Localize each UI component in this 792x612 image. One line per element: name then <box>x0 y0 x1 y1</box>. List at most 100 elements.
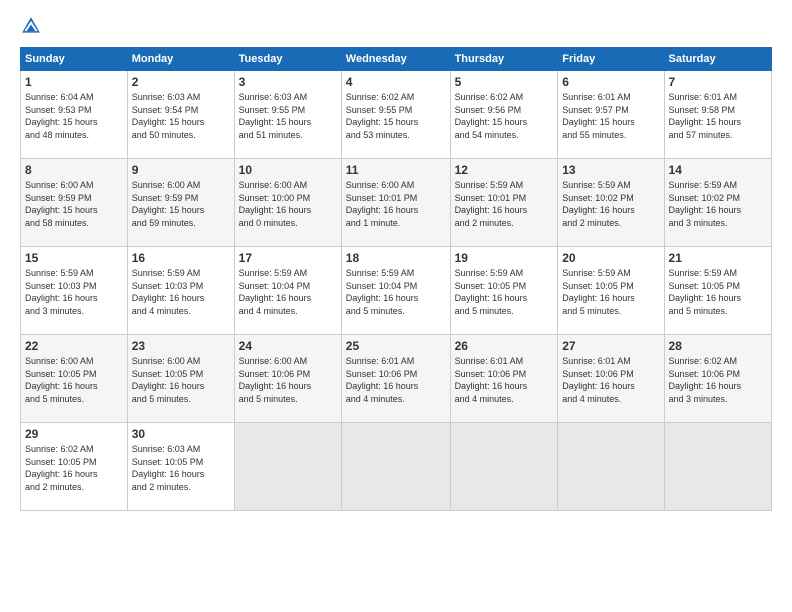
day-info: Sunrise: 6:00 AM Sunset: 10:00 PM Daylig… <box>239 179 337 229</box>
calendar-cell: 22 Sunrise: 6:00 AM Sunset: 10:05 PM Dayl… <box>21 335 128 423</box>
day-number: 23 <box>132 339 230 353</box>
calendar-cell: 15 Sunrise: 5:59 AM Sunset: 10:03 PM Dayl… <box>21 247 128 335</box>
day-info: Sunrise: 6:01 AM Sunset: 10:06 PM Daylig… <box>346 355 446 405</box>
day-number: 12 <box>455 163 554 177</box>
day-number: 4 <box>346 75 446 89</box>
day-info: Sunrise: 5:59 AM Sunset: 10:04 PM Daylig… <box>346 267 446 317</box>
calendar-cell: 9 Sunrise: 6:00 AM Sunset: 9:59 PM Daylig… <box>127 159 234 247</box>
calendar-cell: 30 Sunrise: 6:03 AM Sunset: 10:05 PM Dayl… <box>127 423 234 511</box>
calendar-cell: 1Sunrise: 6:04 AM Sunset: 9:53 PM Daylig… <box>21 71 128 159</box>
weekday-header: Friday <box>558 48 664 71</box>
calendar-cell: 4 Sunrise: 6:02 AM Sunset: 9:55 PM Daylig… <box>341 71 450 159</box>
weekday-header-row: SundayMondayTuesdayWednesdayThursdayFrid… <box>21 48 772 71</box>
calendar-cell: 8Sunrise: 6:00 AM Sunset: 9:59 PM Daylig… <box>21 159 128 247</box>
day-info: Sunrise: 5:59 AM Sunset: 10:02 PM Daylig… <box>669 179 767 229</box>
calendar-cell: 11 Sunrise: 6:00 AM Sunset: 10:01 PM Dayl… <box>341 159 450 247</box>
calendar-cell: 24 Sunrise: 6:00 AM Sunset: 10:06 PM Dayl… <box>234 335 341 423</box>
day-info: Sunrise: 5:59 AM Sunset: 10:03 PM Daylig… <box>25 267 123 317</box>
calendar-cell: 14 Sunrise: 5:59 AM Sunset: 10:02 PM Dayl… <box>664 159 771 247</box>
calendar-cell: 23 Sunrise: 6:00 AM Sunset: 10:05 PM Dayl… <box>127 335 234 423</box>
calendar-cell: 26 Sunrise: 6:01 AM Sunset: 10:06 PM Dayl… <box>450 335 558 423</box>
calendar-week-row: 15 Sunrise: 5:59 AM Sunset: 10:03 PM Dayl… <box>21 247 772 335</box>
day-info: Sunrise: 5:59 AM Sunset: 10:05 PM Daylig… <box>669 267 767 317</box>
day-info: Sunrise: 6:02 AM Sunset: 9:55 PM Dayligh… <box>346 91 446 141</box>
day-info: Sunrise: 6:01 AM Sunset: 9:58 PM Dayligh… <box>669 91 767 141</box>
logo-icon <box>20 15 42 37</box>
calendar-week-row: 29 Sunrise: 6:02 AM Sunset: 10:05 PM Dayl… <box>21 423 772 511</box>
calendar-cell: 19Sunrise: 5:59 AM Sunset: 10:05 PM Dayl… <box>450 247 558 335</box>
day-number: 13 <box>562 163 659 177</box>
day-number: 15 <box>25 251 123 265</box>
calendar-cell: 13 Sunrise: 5:59 AM Sunset: 10:02 PM Dayl… <box>558 159 664 247</box>
weekday-header: Saturday <box>664 48 771 71</box>
day-info: Sunrise: 6:00 AM Sunset: 10:01 PM Daylig… <box>346 179 446 229</box>
day-number: 20 <box>562 251 659 265</box>
calendar-cell: 28 Sunrise: 6:02 AM Sunset: 10:06 PM Dayl… <box>664 335 771 423</box>
day-number: 17 <box>239 251 337 265</box>
calendar-cell: 16Sunrise: 5:59 AM Sunset: 10:03 PM Dayl… <box>127 247 234 335</box>
day-info: Sunrise: 6:00 AM Sunset: 9:59 PM Dayligh… <box>132 179 230 229</box>
day-number: 25 <box>346 339 446 353</box>
day-number: 16 <box>132 251 230 265</box>
day-info: Sunrise: 5:59 AM Sunset: 10:04 PM Daylig… <box>239 267 337 317</box>
weekday-header: Monday <box>127 48 234 71</box>
day-number: 3 <box>239 75 337 89</box>
day-info: Sunrise: 5:59 AM Sunset: 10:05 PM Daylig… <box>562 267 659 317</box>
weekday-header: Sunday <box>21 48 128 71</box>
calendar-cell: 7 Sunrise: 6:01 AM Sunset: 9:58 PM Daylig… <box>664 71 771 159</box>
calendar-cell: 6Sunrise: 6:01 AM Sunset: 9:57 PM Daylig… <box>558 71 664 159</box>
calendar-week-row: 1Sunrise: 6:04 AM Sunset: 9:53 PM Daylig… <box>21 71 772 159</box>
calendar-cell: 20 Sunrise: 5:59 AM Sunset: 10:05 PM Dayl… <box>558 247 664 335</box>
day-number: 30 <box>132 427 230 441</box>
day-number: 8 <box>25 163 123 177</box>
day-info: Sunrise: 6:00 AM Sunset: 10:06 PM Daylig… <box>239 355 337 405</box>
calendar-week-row: 8 Sunrise: 6:00 AM Sunset: 9:59 PM Daylig… <box>21 159 772 247</box>
calendar-cell: 21 Sunrise: 5:59 AM Sunset: 10:05 PM Dayl… <box>664 247 771 335</box>
calendar-cell: 18 Sunrise: 5:59 AM Sunset: 10:04 PM Dayl… <box>341 247 450 335</box>
calendar: SundayMondayTuesdayWednesdayThursdayFrid… <box>20 47 772 511</box>
day-number: 7 <box>669 75 767 89</box>
day-info: Sunrise: 5:59 AM Sunset: 10:01 PM Daylig… <box>455 179 554 229</box>
day-info: Sunrise: 6:03 AM Sunset: 9:54 PM Dayligh… <box>132 91 230 141</box>
day-number: 10 <box>239 163 337 177</box>
day-number: 2 <box>132 75 230 89</box>
day-info: Sunrise: 6:00 AM Sunset: 10:05 PM Daylig… <box>132 355 230 405</box>
day-number: 9 <box>132 163 230 177</box>
logo <box>20 15 45 37</box>
day-number: 28 <box>669 339 767 353</box>
calendar-cell: 17 Sunrise: 5:59 AM Sunset: 10:04 PM Dayl… <box>234 247 341 335</box>
day-number: 1 <box>25 75 123 89</box>
weekday-header: Tuesday <box>234 48 341 71</box>
day-info: Sunrise: 6:03 AM Sunset: 10:05 PM Daylig… <box>132 443 230 493</box>
day-number: 22 <box>25 339 123 353</box>
day-number: 29 <box>25 427 123 441</box>
day-info: Sunrise: 6:02 AM Sunset: 10:06 PM Daylig… <box>669 355 767 405</box>
calendar-cell <box>450 423 558 511</box>
header <box>20 15 772 37</box>
day-number: 26 <box>455 339 554 353</box>
day-number: 27 <box>562 339 659 353</box>
calendar-cell <box>558 423 664 511</box>
calendar-cell: 2 Sunrise: 6:03 AM Sunset: 9:54 PM Daylig… <box>127 71 234 159</box>
day-info: Sunrise: 5:59 AM Sunset: 10:02 PM Daylig… <box>562 179 659 229</box>
day-info: Sunrise: 6:02 AM Sunset: 9:56 PM Dayligh… <box>455 91 554 141</box>
calendar-cell: 25 Sunrise: 6:01 AM Sunset: 10:06 PM Dayl… <box>341 335 450 423</box>
day-info: Sunrise: 6:02 AM Sunset: 10:05 PM Daylig… <box>25 443 123 493</box>
day-info: Sunrise: 6:01 AM Sunset: 10:06 PM Daylig… <box>562 355 659 405</box>
day-number: 14 <box>669 163 767 177</box>
calendar-cell <box>664 423 771 511</box>
day-number: 11 <box>346 163 446 177</box>
day-number: 24 <box>239 339 337 353</box>
day-number: 21 <box>669 251 767 265</box>
calendar-week-row: 22 Sunrise: 6:00 AM Sunset: 10:05 PM Dayl… <box>21 335 772 423</box>
day-info: Sunrise: 6:00 AM Sunset: 10:05 PM Daylig… <box>25 355 123 405</box>
day-number: 18 <box>346 251 446 265</box>
calendar-cell: 3 Sunrise: 6:03 AM Sunset: 9:55 PM Daylig… <box>234 71 341 159</box>
weekday-header: Thursday <box>450 48 558 71</box>
weekday-header: Wednesday <box>341 48 450 71</box>
day-info: Sunrise: 6:01 AM Sunset: 10:06 PM Daylig… <box>455 355 554 405</box>
calendar-cell <box>341 423 450 511</box>
page: SundayMondayTuesdayWednesdayThursdayFrid… <box>0 0 792 612</box>
day-info: Sunrise: 6:03 AM Sunset: 9:55 PM Dayligh… <box>239 91 337 141</box>
calendar-cell: 27 Sunrise: 6:01 AM Sunset: 10:06 PM Dayl… <box>558 335 664 423</box>
